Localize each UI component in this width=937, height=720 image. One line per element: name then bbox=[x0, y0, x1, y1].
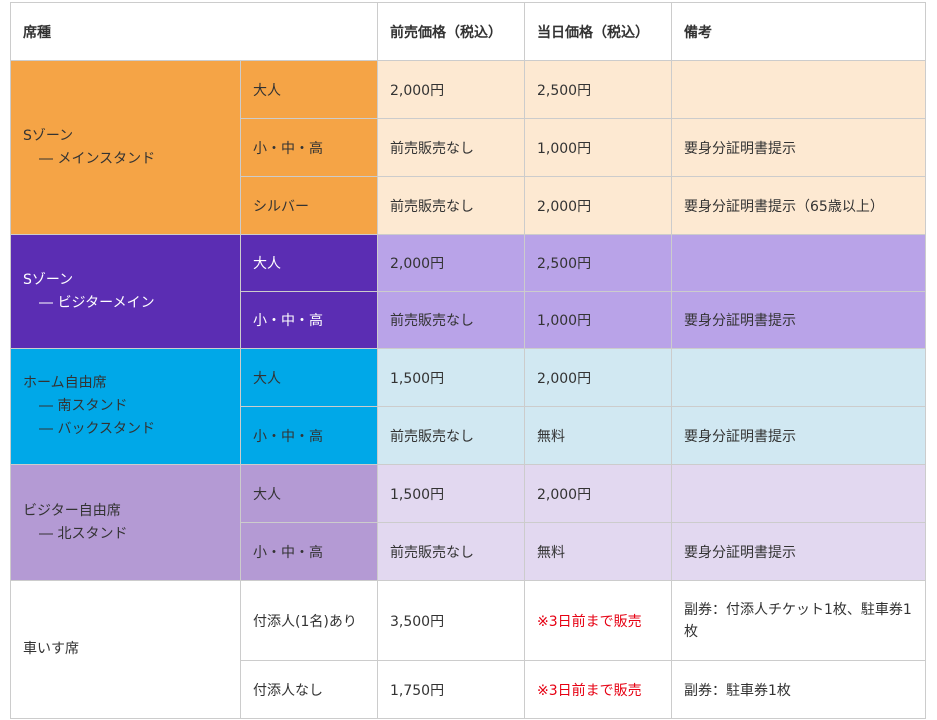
header-advance-price: 前売価格（税込） bbox=[377, 2, 525, 61]
advance-price: 2,000円 bbox=[377, 234, 525, 292]
note: 副券：付添人チケット1枚、駐車券1枚 bbox=[671, 580, 926, 661]
advance-price: 1,500円 bbox=[377, 348, 525, 407]
zone-s-visitor: Sゾーン ― ビジターメイン bbox=[10, 234, 241, 349]
advance-price: 3,500円 bbox=[377, 580, 525, 661]
zone-label: ビジター自由席 bbox=[23, 502, 121, 519]
advance-price: 前売販売なし bbox=[377, 118, 525, 177]
sameday-price: 1,000円 bbox=[524, 291, 672, 349]
note bbox=[671, 60, 926, 119]
advance-price: 2,000円 bbox=[377, 60, 525, 119]
sameday-price: 2,500円 bbox=[524, 234, 672, 292]
zone-label: Sゾーン bbox=[23, 271, 74, 288]
sameday-price: 2,000円 bbox=[524, 464, 672, 523]
zone-label: Sゾーン bbox=[23, 127, 74, 144]
table-row: 車いす席 付添人(1名)あり 3,500円 ※3日前まで販売 副券：付添人チケッ… bbox=[10, 580, 926, 719]
note: 副券：駐車券1枚 bbox=[671, 660, 926, 719]
note bbox=[671, 464, 926, 523]
ticket-type: 小・中・高 bbox=[240, 522, 378, 581]
ticket-type: 小・中・高 bbox=[240, 406, 378, 465]
ticket-type: 付添人なし bbox=[240, 660, 378, 719]
ticket-type: 小・中・高 bbox=[240, 291, 378, 349]
advance-price: 前売販売なし bbox=[377, 406, 525, 465]
advance-price: 1,500円 bbox=[377, 464, 525, 523]
ticket-price-table: 席種 前売価格（税込） 当日価格（税込） 備考 Sゾーン ― メインスタンド 大… bbox=[10, 2, 926, 719]
ticket-type: 大人 bbox=[240, 464, 378, 523]
advance-price: 1,750円 bbox=[377, 660, 525, 719]
sameday-price: 無料 bbox=[524, 406, 672, 465]
header-sameday-price: 当日価格（税込） bbox=[524, 2, 672, 61]
zone-sublabel: ― メインスタンド bbox=[39, 150, 156, 167]
ticket-type: 大人 bbox=[240, 60, 378, 119]
note: 要身分証明書提示 bbox=[671, 522, 926, 581]
sameday-price: 無料 bbox=[524, 522, 672, 581]
table-row: ホーム自由席 ― 南スタンド ― バックスタンド 大人 1,500円 2,000… bbox=[10, 348, 926, 465]
zone-visitor-free: ビジター自由席 ― 北スタンド bbox=[10, 464, 241, 581]
note: 要身分証明書提示 bbox=[671, 118, 926, 177]
table-row: Sゾーン ― メインスタンド 大人 2,000円 2,500円 bbox=[10, 60, 926, 235]
zone-sublabel: ― 北スタンド bbox=[39, 525, 128, 542]
ticket-type: 大人 bbox=[240, 234, 378, 292]
sameday-price: ※3日前まで販売 bbox=[524, 660, 672, 719]
zone-sublabel: ― バックスタンド bbox=[39, 421, 156, 437]
sameday-price: 2,000円 bbox=[524, 176, 672, 235]
zone-label: 車いす席 bbox=[23, 641, 79, 657]
header-seat: 席種 bbox=[10, 2, 378, 61]
zone-sublabel: ― 南スタンド bbox=[39, 398, 128, 414]
sameday-price: ※3日前まで販売 bbox=[524, 580, 672, 661]
table-header-row: 席種 前売価格（税込） 当日価格（税込） 備考 bbox=[10, 2, 926, 61]
note bbox=[671, 234, 926, 292]
sameday-price: 2,000円 bbox=[524, 348, 672, 407]
header-notes: 備考 bbox=[671, 2, 926, 61]
advance-price: 前売販売なし bbox=[377, 522, 525, 581]
zone-label: ホーム自由席 bbox=[23, 375, 107, 391]
note: 要身分証明書提示（65歳以上） bbox=[671, 176, 926, 235]
zone-home-free: ホーム自由席 ― 南スタンド ― バックスタンド bbox=[10, 348, 241, 465]
table-row: ビジター自由席 ― 北スタンド 大人 1,500円 2,000円 bbox=[10, 464, 926, 581]
ticket-type: 小・中・高 bbox=[240, 118, 378, 177]
ticket-type: 付添人(1名)あり bbox=[240, 580, 378, 661]
ticket-type: 大人 bbox=[240, 348, 378, 407]
note: 要身分証明書提示 bbox=[671, 406, 926, 465]
note bbox=[671, 348, 926, 407]
zone-sublabel: ― ビジターメイン bbox=[39, 294, 155, 311]
ticket-type: シルバー bbox=[240, 176, 378, 235]
advance-price: 前売販売なし bbox=[377, 176, 525, 235]
note: 要身分証明書提示 bbox=[671, 291, 926, 349]
zone-wheelchair: 車いす席 bbox=[10, 580, 241, 719]
table-row: Sゾーン ― ビジターメイン 大人 2,000円 2,500円 bbox=[10, 234, 926, 349]
advance-price: 前売販売なし bbox=[377, 291, 525, 349]
sameday-price: 2,500円 bbox=[524, 60, 672, 119]
sameday-price: 1,000円 bbox=[524, 118, 672, 177]
zone-s-main: Sゾーン ― メインスタンド bbox=[10, 60, 241, 235]
